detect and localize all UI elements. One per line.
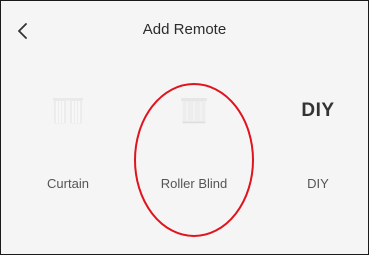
option-label-roller-blind: Roller Blind: [160, 176, 228, 191]
curtain-icon: [53, 98, 83, 124]
diy-icon-text: DIY: [301, 100, 335, 121]
roller-blind-icon-wrap: [139, 91, 249, 131]
option-roller-blind[interactable]: Roller Blind: [139, 71, 249, 221]
curtain-icon-wrap: [13, 91, 123, 131]
option-label-diy: DIY: [307, 176, 329, 191]
page-title: Add Remote: [142, 21, 227, 38]
header-bar: Add Remote: [1, 1, 368, 61]
option-curtain[interactable]: Curtain: [13, 71, 123, 221]
option-diy[interactable]: DIY DIY: [263, 71, 368, 221]
roller-blind-icon: [181, 98, 207, 124]
app-screen: Add Remote Curtain Roller Blind DIY DIY: [0, 0, 369, 255]
diy-icon: DIY: [263, 91, 368, 131]
option-label-curtain: Curtain: [47, 176, 89, 191]
